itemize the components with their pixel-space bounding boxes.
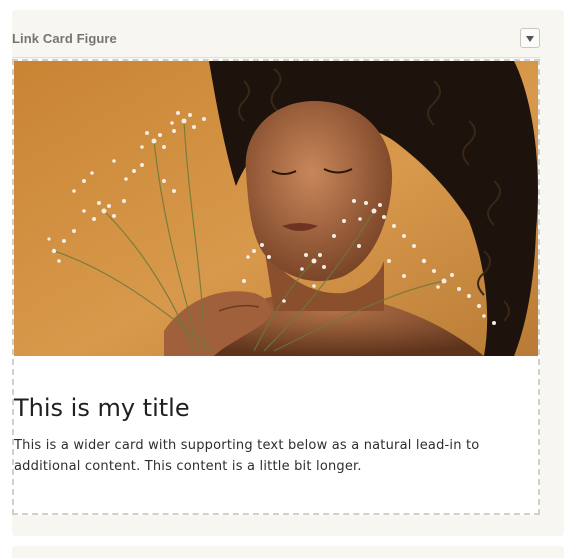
card-text: This is a wider card with supporting tex… xyxy=(14,438,480,474)
panel-header: Link Card Figure xyxy=(12,28,540,58)
collapse-button[interactable] xyxy=(520,28,540,48)
chevron-down-icon xyxy=(526,36,534,42)
card-image xyxy=(14,61,538,356)
link-card[interactable]: This is my title This is a wider card wi… xyxy=(12,59,540,515)
card-title[interactable]: This is my title xyxy=(14,393,190,423)
panel-title: Link Card Figure xyxy=(12,31,117,46)
next-panel-edge xyxy=(12,546,564,558)
